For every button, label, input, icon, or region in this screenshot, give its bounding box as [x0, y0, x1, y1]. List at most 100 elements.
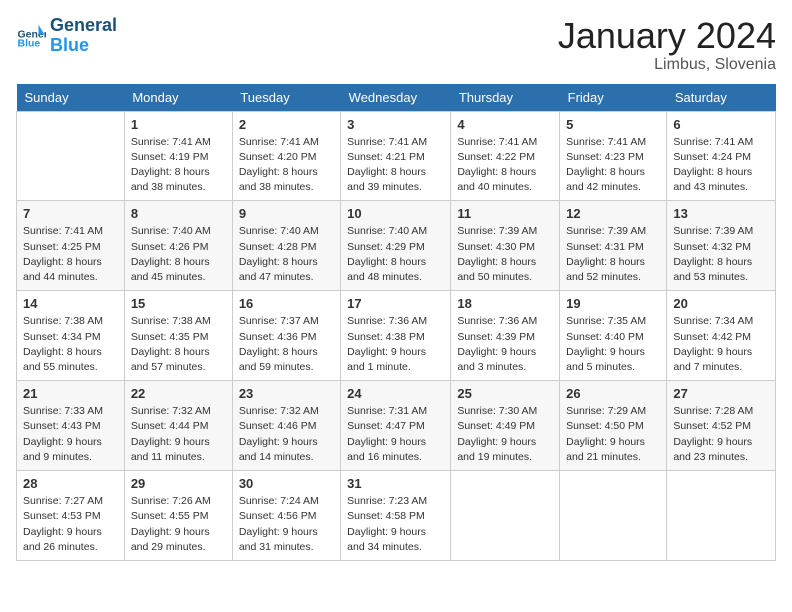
day-info: Sunrise: 7:27 AM Sunset: 4:53 PM Dayligh… [23, 494, 118, 555]
day-number: 11 [457, 206, 553, 221]
calendar-cell: 26Sunrise: 7:29 AM Sunset: 4:50 PM Dayli… [560, 381, 667, 471]
calendar-cell: 10Sunrise: 7:40 AM Sunset: 4:29 PM Dayli… [341, 201, 451, 291]
day-number: 25 [457, 386, 553, 401]
calendar-cell: 3 Sunrise: 7:41 AM Sunset: 4:21 PM Daylig… [341, 111, 451, 201]
location: Limbus, Slovenia [558, 56, 776, 74]
day-info: Sunrise: 7:39 AM Sunset: 4:32 PM Dayligh… [673, 224, 769, 285]
logo-icon: General Blue [16, 21, 46, 51]
calendar-cell [667, 471, 776, 561]
calendar-header: SundayMondayTuesdayWednesdayThursdayFrid… [17, 84, 776, 112]
day-number: 4 [457, 117, 553, 132]
calendar-cell: 11 Sunrise: 7:39 AM Sunset: 4:30 PM Dayli… [451, 201, 560, 291]
day-number: 20 [673, 296, 769, 311]
day-number: 12 [566, 206, 660, 221]
day-number: 19 [566, 296, 660, 311]
calendar-week-row: 1 Sunrise: 7:41 AM Sunset: 4:19 PM Daylig… [17, 111, 776, 201]
logo-general: General [50, 16, 117, 36]
page-header: General Blue General Blue January 2024 L… [16, 16, 776, 74]
day-info: Sunrise: 7:32 AM Sunset: 4:46 PM Dayligh… [239, 404, 334, 465]
calendar-cell: 24Sunrise: 7:31 AM Sunset: 4:47 PM Dayli… [341, 381, 451, 471]
day-info: Sunrise: 7:24 AM Sunset: 4:56 PM Dayligh… [239, 494, 334, 555]
day-number: 28 [23, 476, 118, 491]
day-info: Sunrise: 7:38 AM Sunset: 4:35 PM Dayligh… [131, 314, 226, 375]
day-info: Sunrise: 7:38 AM Sunset: 4:34 PM Dayligh… [23, 314, 118, 375]
calendar-cell: 2 Sunrise: 7:41 AM Sunset: 4:20 PM Daylig… [232, 111, 340, 201]
day-info: Sunrise: 7:30 AM Sunset: 4:49 PM Dayligh… [457, 404, 553, 465]
calendar-cell: 9 Sunrise: 7:40 AM Sunset: 4:28 PM Daylig… [232, 201, 340, 291]
day-number: 14 [23, 296, 118, 311]
calendar-cell: 17Sunrise: 7:36 AM Sunset: 4:38 PM Dayli… [341, 291, 451, 381]
calendar-cell: 15 Sunrise: 7:38 AM Sunset: 4:35 PM Dayli… [124, 291, 232, 381]
calendar-cell: 31Sunrise: 7:23 AM Sunset: 4:58 PM Dayli… [341, 471, 451, 561]
calendar-week-row: 21 Sunrise: 7:33 AM Sunset: 4:43 PM Dayli… [17, 381, 776, 471]
day-info: Sunrise: 7:35 AM Sunset: 4:40 PM Dayligh… [566, 314, 660, 375]
day-info: Sunrise: 7:40 AM Sunset: 4:28 PM Dayligh… [239, 224, 334, 285]
calendar-cell: 18 Sunrise: 7:36 AM Sunset: 4:39 PM Dayli… [451, 291, 560, 381]
calendar-cell: 22 Sunrise: 7:32 AM Sunset: 4:44 PM Dayli… [124, 381, 232, 471]
day-info: Sunrise: 7:41 AM Sunset: 4:22 PM Dayligh… [457, 135, 553, 196]
day-info: Sunrise: 7:41 AM Sunset: 4:20 PM Dayligh… [239, 135, 334, 196]
calendar-cell: 29Sunrise: 7:26 AM Sunset: 4:55 PM Dayli… [124, 471, 232, 561]
day-info: Sunrise: 7:37 AM Sunset: 4:36 PM Dayligh… [239, 314, 334, 375]
calendar-cell: 25 Sunrise: 7:30 AM Sunset: 4:49 PM Dayli… [451, 381, 560, 471]
day-number: 22 [131, 386, 226, 401]
weekday-header-monday: Monday [124, 84, 232, 112]
day-info: Sunrise: 7:34 AM Sunset: 4:42 PM Dayligh… [673, 314, 769, 375]
weekday-header-saturday: Saturday [667, 84, 776, 112]
day-info: Sunrise: 7:39 AM Sunset: 4:31 PM Dayligh… [566, 224, 660, 285]
calendar-week-row: 7Sunrise: 7:41 AM Sunset: 4:25 PM Daylig… [17, 201, 776, 291]
day-number: 29 [131, 476, 226, 491]
calendar-cell [451, 471, 560, 561]
calendar-cell: 7Sunrise: 7:41 AM Sunset: 4:25 PM Daylig… [17, 201, 125, 291]
calendar-body: 1 Sunrise: 7:41 AM Sunset: 4:19 PM Daylig… [17, 111, 776, 560]
day-number: 2 [239, 117, 334, 132]
calendar-cell: 13 Sunrise: 7:39 AM Sunset: 4:32 PM Dayli… [667, 201, 776, 291]
day-info: Sunrise: 7:33 AM Sunset: 4:43 PM Dayligh… [23, 404, 118, 465]
day-number: 17 [347, 296, 444, 311]
calendar-cell: 12 Sunrise: 7:39 AM Sunset: 4:31 PM Dayli… [560, 201, 667, 291]
title-block: January 2024 Limbus, Slovenia [558, 16, 776, 74]
day-number: 24 [347, 386, 444, 401]
day-info: Sunrise: 7:40 AM Sunset: 4:29 PM Dayligh… [347, 224, 444, 285]
calendar-cell: 6Sunrise: 7:41 AM Sunset: 4:24 PM Daylig… [667, 111, 776, 201]
day-info: Sunrise: 7:28 AM Sunset: 4:52 PM Dayligh… [673, 404, 769, 465]
calendar-table: SundayMondayTuesdayWednesdayThursdayFrid… [16, 84, 776, 561]
calendar-cell [17, 111, 125, 201]
weekday-header-wednesday: Wednesday [341, 84, 451, 112]
calendar-cell: 1 Sunrise: 7:41 AM Sunset: 4:19 PM Daylig… [124, 111, 232, 201]
day-info: Sunrise: 7:36 AM Sunset: 4:39 PM Dayligh… [457, 314, 553, 375]
day-number: 21 [23, 386, 118, 401]
day-info: Sunrise: 7:39 AM Sunset: 4:30 PM Dayligh… [457, 224, 553, 285]
day-info: Sunrise: 7:41 AM Sunset: 4:19 PM Dayligh… [131, 135, 226, 196]
calendar-cell [560, 471, 667, 561]
day-info: Sunrise: 7:41 AM Sunset: 4:21 PM Dayligh… [347, 135, 444, 196]
day-number: 27 [673, 386, 769, 401]
weekday-header-sunday: Sunday [17, 84, 125, 112]
day-number: 15 [131, 296, 226, 311]
day-number: 7 [23, 206, 118, 221]
day-number: 13 [673, 206, 769, 221]
day-info: Sunrise: 7:32 AM Sunset: 4:44 PM Dayligh… [131, 404, 226, 465]
logo: General Blue General Blue [16, 16, 117, 56]
calendar-cell: 16 Sunrise: 7:37 AM Sunset: 4:36 PM Dayli… [232, 291, 340, 381]
calendar-cell: 4 Sunrise: 7:41 AM Sunset: 4:22 PM Daylig… [451, 111, 560, 201]
calendar-cell: 28 Sunrise: 7:27 AM Sunset: 4:53 PM Dayli… [17, 471, 125, 561]
day-number: 16 [239, 296, 334, 311]
day-number: 26 [566, 386, 660, 401]
calendar-cell: 8Sunrise: 7:40 AM Sunset: 4:26 PM Daylig… [124, 201, 232, 291]
day-number: 6 [673, 117, 769, 132]
calendar-cell: 27 Sunrise: 7:28 AM Sunset: 4:52 PM Dayli… [667, 381, 776, 471]
calendar-cell: 21 Sunrise: 7:33 AM Sunset: 4:43 PM Dayli… [17, 381, 125, 471]
weekday-header-thursday: Thursday [451, 84, 560, 112]
calendar-cell: 20 Sunrise: 7:34 AM Sunset: 4:42 PM Dayli… [667, 291, 776, 381]
day-info: Sunrise: 7:40 AM Sunset: 4:26 PM Dayligh… [131, 224, 226, 285]
day-number: 1 [131, 117, 226, 132]
day-number: 3 [347, 117, 444, 132]
weekday-header-friday: Friday [560, 84, 667, 112]
calendar-cell: 19 Sunrise: 7:35 AM Sunset: 4:40 PM Dayli… [560, 291, 667, 381]
logo-blue: Blue [50, 36, 117, 56]
calendar-week-row: 14 Sunrise: 7:38 AM Sunset: 4:34 PM Dayli… [17, 291, 776, 381]
day-number: 18 [457, 296, 553, 311]
day-number: 9 [239, 206, 334, 221]
calendar-cell: 23Sunrise: 7:32 AM Sunset: 4:46 PM Dayli… [232, 381, 340, 471]
